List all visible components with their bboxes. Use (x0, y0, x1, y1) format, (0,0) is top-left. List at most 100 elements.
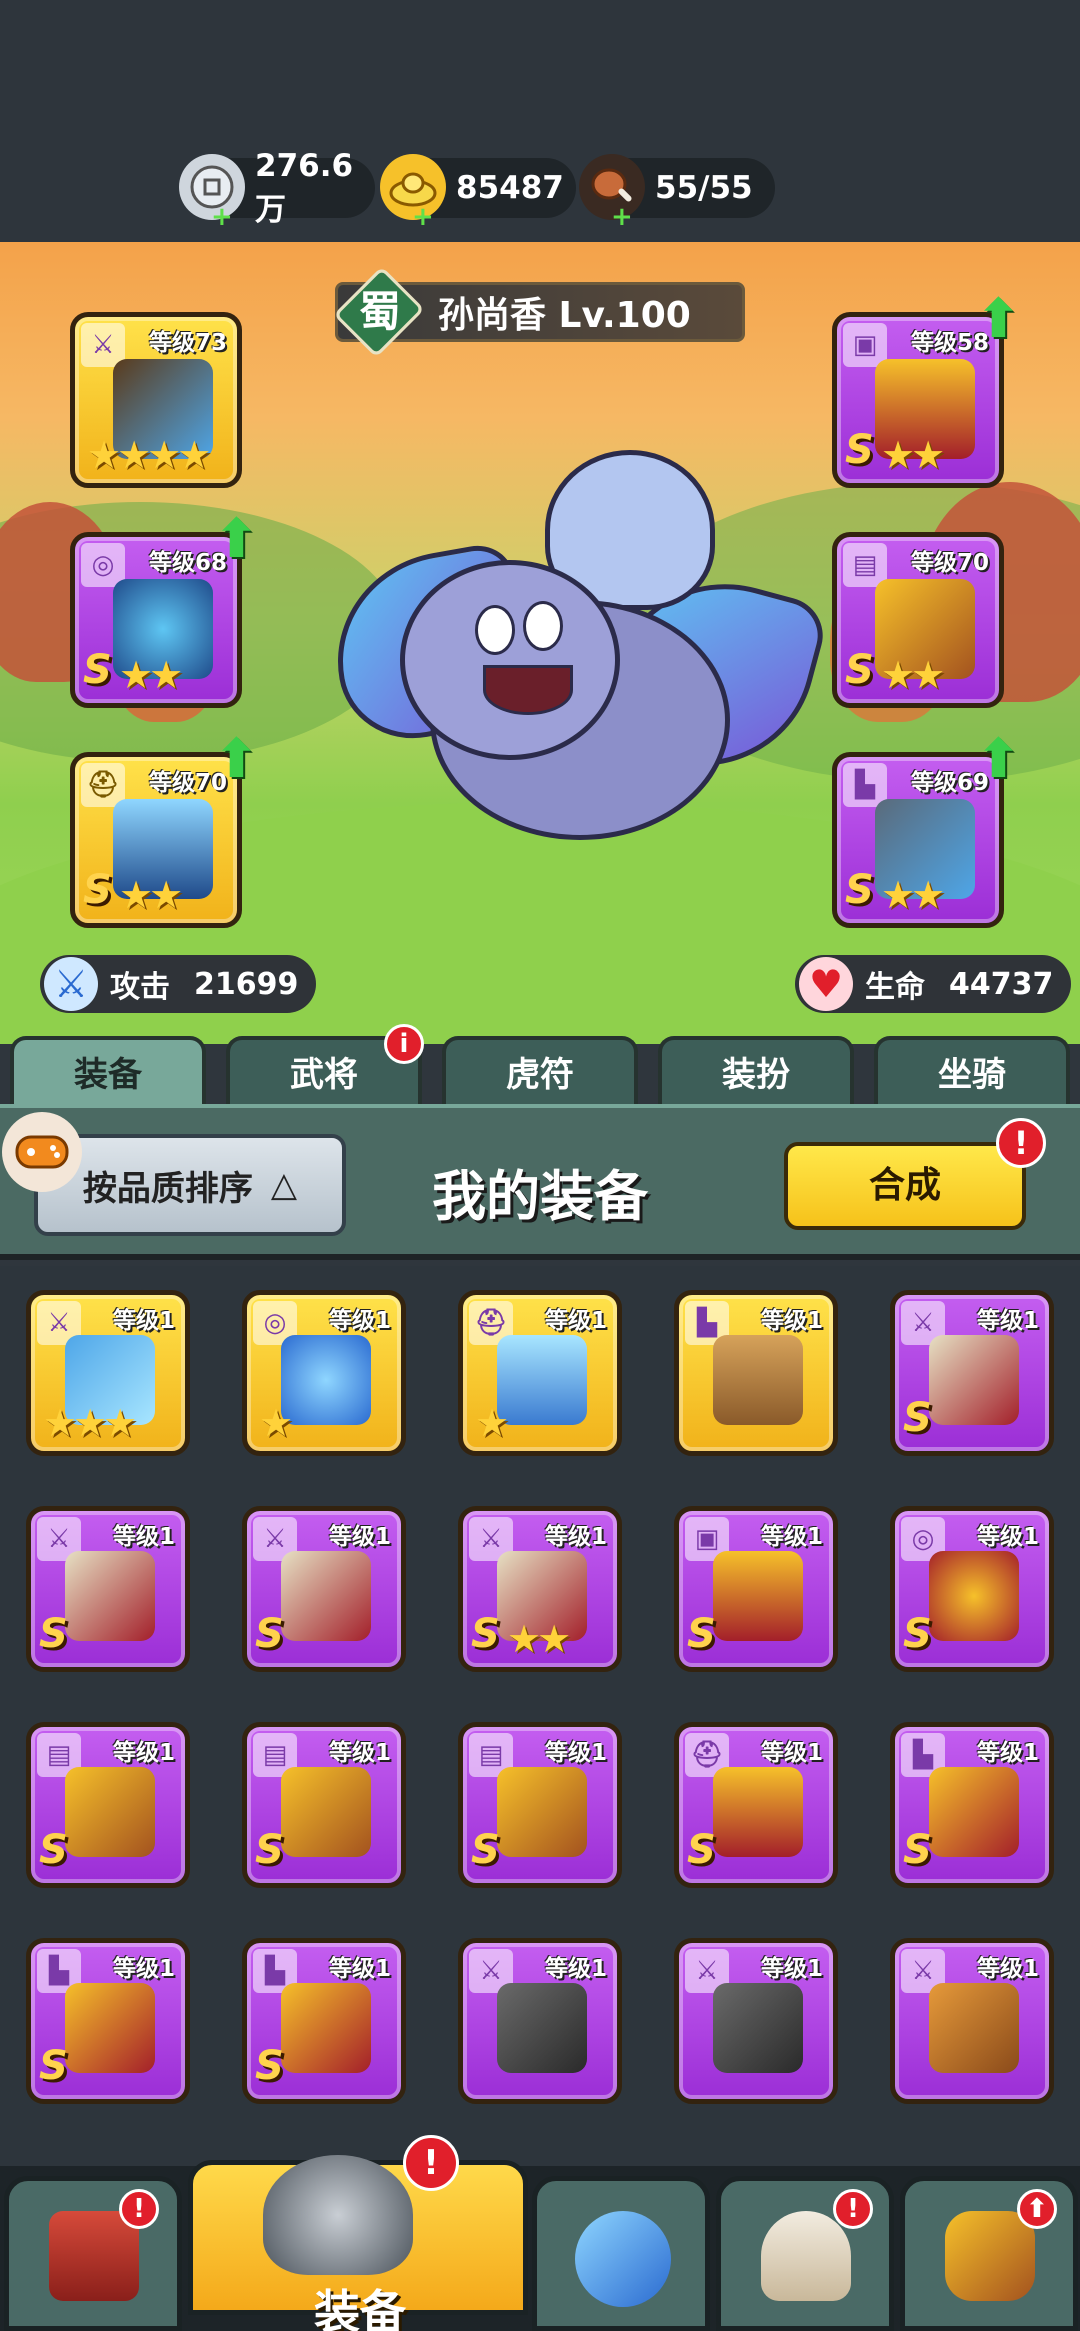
item-level: 等级1 (112, 1308, 175, 1334)
tab-costume[interactable]: 装扮 (658, 1036, 854, 1108)
item-art-icon (713, 1767, 803, 1857)
equipment-panel-header: 按品质排序 △ 我的装备 合成 ! (0, 1104, 1080, 1260)
item-level: 等级1 (328, 1524, 391, 1550)
item-level: 等级1 (976, 1524, 1039, 1550)
heart-icon: ♥ (799, 957, 853, 1011)
nav-shield-button[interactable] (532, 2176, 710, 2331)
upgrade-arrow-icon: ⬆ (975, 727, 1021, 790)
item-art-icon (929, 1983, 1019, 2073)
inventory-item[interactable]: ⛑ 等级1 ★ (458, 1290, 622, 1456)
item-level: 等级1 (112, 1524, 175, 1550)
silver-value: 276.6万 (255, 147, 354, 228)
item-level: 等级1 (760, 1740, 823, 1766)
item-stars: ★ (259, 1401, 293, 1445)
rarity-letter: S (845, 867, 874, 913)
equip-slot-boots[interactable]: ▙ 等级69 S ★★ ⬆ (832, 727, 1021, 928)
item-level: 等级1 (760, 1956, 823, 1982)
equip-slot-helmet[interactable]: ⛑ 等级70 S ★★ ⬆ (70, 727, 259, 928)
rarity-letter: S (39, 2043, 68, 2089)
slot-level: 等级70 (910, 550, 989, 576)
rarity-letter: S (687, 1611, 716, 1657)
stamina-value: 55/55 (655, 170, 753, 206)
nav-city-button[interactable]: ! (4, 2176, 182, 2331)
tab-mount[interactable]: 坐骑 (874, 1036, 1070, 1108)
inventory-item[interactable]: ▤ 等级1 S (458, 1722, 622, 1888)
item-art-icon (929, 1551, 1019, 1641)
merge-alert-badge: ! (996, 1118, 1046, 1168)
equip-slot-armor[interactable]: ▣ 等级58 S ★★ ⬆ (832, 287, 1021, 488)
add-silver-icon[interactable]: + (211, 204, 233, 230)
item-art-icon (65, 1983, 155, 2073)
slot-stars: ★★ (881, 873, 945, 917)
add-stamina-icon[interactable]: + (611, 204, 633, 230)
inventory-item[interactable]: ⚔ 等级1 S (26, 1506, 190, 1672)
equip-slot-belt[interactable]: ▤ 等级70 S ★★ (832, 532, 1004, 708)
inventory-item[interactable]: ▤ 等级1 S (242, 1722, 406, 1888)
inventory-item[interactable]: ⚔ 等级1 (890, 1938, 1054, 2104)
rarity-letter: S (255, 1611, 284, 1657)
inventory-item[interactable]: ⚔ 等级1 (674, 1938, 838, 2104)
item-art-icon (497, 1767, 587, 1857)
add-gold-icon[interactable]: + (412, 204, 434, 230)
faction-label: 蜀 (358, 287, 401, 336)
nav-rank-badge: ! (833, 2189, 873, 2229)
tab-equipment[interactable]: 装备 (10, 1036, 206, 1108)
inventory-item[interactable]: ▤ 等级1 S (26, 1722, 190, 1888)
helmet-icon (263, 2155, 413, 2275)
inventory-item[interactable]: ⚔ 等级1 S (890, 1290, 1054, 1456)
gold-counter[interactable]: 85487 + (380, 154, 576, 230)
rarity-letter: S (845, 427, 874, 473)
inventory-item[interactable]: ▙ 等级1 S (890, 1722, 1054, 1888)
sort-arrow-icon: △ (270, 1165, 298, 1205)
item-art-icon (713, 1335, 803, 1425)
inventory-item[interactable]: ⚔ 等级1 S (242, 1506, 406, 1672)
inventory-item[interactable]: ◎ 等级1 S (890, 1506, 1054, 1672)
item-level: 等级1 (544, 1308, 607, 1334)
inventory-item[interactable]: ▙ 等级1 (674, 1290, 838, 1456)
slot-stars: ★★ (881, 653, 945, 697)
inventory-item[interactable]: ▙ 等级1 S (242, 1938, 406, 2104)
item-art-icon (497, 1335, 587, 1425)
rarity-letter: S (39, 1611, 68, 1657)
tab-tiger-tally[interactable]: 虎符 (442, 1036, 638, 1108)
hp-value: 44737 (949, 966, 1054, 1002)
inventory-item[interactable]: ▣ 等级1 S (674, 1506, 838, 1672)
upgrade-arrow-icon: ⬆ (213, 507, 259, 570)
inventory-item[interactable]: ⛑ 等级1 S (674, 1722, 838, 1888)
equip-slot-weapon[interactable]: ⚔ 等级73 ★★★★ (70, 312, 242, 488)
slot-stars: ★★★★ (87, 433, 211, 477)
silver-counter[interactable]: 276.6万 + (179, 148, 375, 230)
inventory-item[interactable]: ⚔ 等级1 (458, 1938, 622, 2104)
item-level: 等级1 (544, 1956, 607, 1982)
upgrade-arrow-icon: ⬆ (213, 727, 259, 790)
mount-head[interactable] (400, 560, 620, 760)
slot-level: 等级73 (148, 330, 227, 356)
sword-icon: ⚔ (44, 957, 98, 1011)
attack-label: 攻击 (110, 970, 170, 1005)
item-stars: ★★★ (43, 1401, 137, 1445)
inventory-item[interactable]: ⚔ 等级1 S ★★ (458, 1506, 622, 1672)
rarity-letter: S (83, 647, 112, 693)
rarity-letter: S (471, 1611, 500, 1657)
item-level: 等级1 (328, 1956, 391, 1982)
item-art-icon (65, 1551, 155, 1641)
rarity-letter: S (903, 1611, 932, 1657)
nav-equipment-badge: ! (403, 2135, 459, 2191)
attack-stat: ⚔ 攻击 21699 (40, 955, 317, 1013)
item-stars: ★★ (507, 1617, 571, 1661)
item-stars: ★ (475, 1401, 509, 1445)
crossed-swords-shield-icon (575, 2211, 671, 2307)
rarity-letter: S (903, 1395, 932, 1441)
slot-stars: ★★ (119, 653, 183, 697)
stamina-counter[interactable]: 55/55 + (579, 154, 775, 230)
hp-stat: ♥ 生命 44737 (795, 955, 1072, 1013)
nav-upgrade-button[interactable]: ⬆ (900, 2176, 1078, 2331)
gamepad-icon[interactable] (2, 1112, 82, 1192)
inventory-item[interactable]: ⚔ 等级1 ★★★ (26, 1290, 190, 1456)
inventory-item[interactable]: ▙ 等级1 S (26, 1938, 190, 2104)
nav-rank-button[interactable]: ! (716, 2176, 894, 2331)
merge-button[interactable]: 合成 (784, 1142, 1026, 1230)
panel-title: 我的装备 (432, 1165, 648, 1228)
inventory-item[interactable]: ◎ 等级1 ★ (242, 1290, 406, 1456)
equip-slot-necklace[interactable]: ◎ 等级68 S ★★ ⬆ (70, 507, 259, 708)
